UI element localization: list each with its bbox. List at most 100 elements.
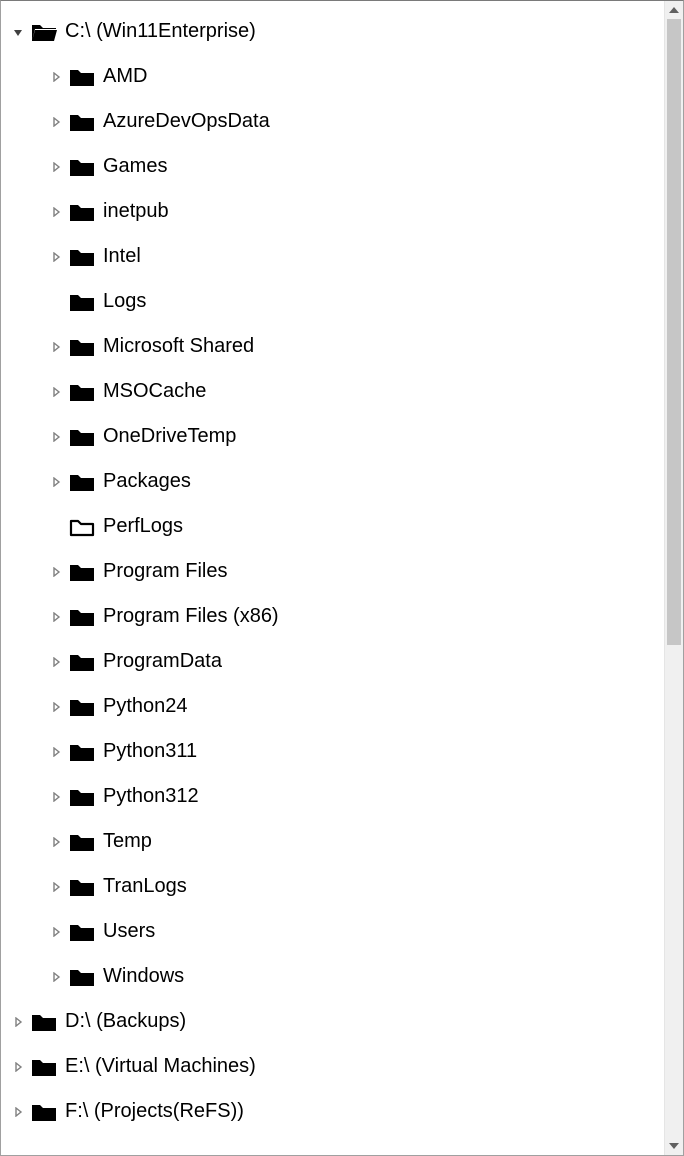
tree-item-label: Python311 [101,740,197,763]
tree-item-label: Python312 [101,785,199,808]
folder-icon [69,426,95,448]
tree-item-e-drive[interactable]: E:\ (Virtual Machines) [9,1044,664,1089]
expand-toggle-icon[interactable] [49,700,63,714]
folder-tree-panel: C:\ (Win11Enterprise) AMD [0,0,684,1156]
folder-icon [69,381,95,403]
folder-open-icon [31,21,57,43]
tree-item-label: ProgramData [101,650,222,673]
tree-item-logs[interactable]: Logs [47,279,664,324]
expand-toggle-icon[interactable] [11,1060,25,1074]
tree-item-label: Users [101,920,155,943]
expand-toggle-icon[interactable] [49,655,63,669]
tree-item-label: Program Files [101,560,227,583]
tree-item-packages[interactable]: Packages [47,459,664,504]
tree-item-label: C:\ (Win11Enterprise) [63,20,256,43]
tree-item-label: Packages [101,470,191,493]
scroll-up-icon[interactable] [665,1,683,19]
tree-item-python311[interactable]: Python311 [47,729,664,774]
tree-root: C:\ (Win11Enterprise) AMD [9,9,664,1134]
expand-toggle-icon[interactable] [49,475,63,489]
expand-toggle-icon[interactable] [49,430,63,444]
tree-item-amd[interactable]: AMD [47,54,664,99]
scroll-down-icon[interactable] [665,1137,683,1155]
expand-toggle-icon[interactable] [49,970,63,984]
tree-item-c-drive[interactable]: C:\ (Win11Enterprise) AMD [9,9,664,999]
folder-icon [69,696,95,718]
tree-item-label: Temp [101,830,152,853]
tree-item-label: PerfLogs [101,515,183,538]
folder-icon [31,1101,57,1123]
tree-item-msocache[interactable]: MSOCache [47,369,664,414]
tree-item-program-files-x86[interactable]: Program Files (x86) [47,594,664,639]
folder-icon [69,246,95,268]
tree-item-perflogs[interactable]: PerfLogs [47,504,664,549]
tree-item-intel[interactable]: Intel [47,234,664,279]
folder-icon [31,1056,57,1078]
tree-item-games[interactable]: Games [47,144,664,189]
expand-toggle-icon[interactable] [49,745,63,759]
folder-outline-icon [69,516,95,538]
folder-icon [69,291,95,313]
folder-icon [69,966,95,988]
tree-item-label: F:\ (Projects(ReFS)) [63,1100,244,1123]
scroll-track[interactable] [665,19,683,1137]
folder-icon [69,831,95,853]
tree-item-label: AMD [101,65,147,88]
tree-item-label: Logs [101,290,146,313]
tree-item-label: OneDriveTemp [101,425,236,448]
tree-item-tranlogs[interactable]: TranLogs [47,864,664,909]
folder-icon [69,201,95,223]
tree-item-label: Microsoft Shared [101,335,254,358]
tree-item-f-drive[interactable]: F:\ (Projects(ReFS)) [9,1089,664,1134]
folder-icon [69,741,95,763]
folder-icon [69,876,95,898]
expand-toggle-icon[interactable] [49,925,63,939]
expand-toggle-icon[interactable] [49,880,63,894]
folder-icon [69,921,95,943]
tree-item-label: AzureDevOpsData [101,110,270,133]
expand-toggle-icon[interactable] [49,70,63,84]
expand-toggle-icon[interactable] [49,610,63,624]
tree-item-label: D:\ (Backups) [63,1010,186,1033]
expand-toggle-icon[interactable] [11,1015,25,1029]
tree-item-python24[interactable]: Python24 [47,684,664,729]
tree-item-programdata[interactable]: ProgramData [47,639,664,684]
tree-item-temp[interactable]: Temp [47,819,664,864]
tree-item-windows[interactable]: Windows [47,954,664,999]
expand-toggle-icon[interactable] [49,205,63,219]
tree-item-label: Games [101,155,167,178]
folder-icon [69,336,95,358]
expand-toggle-icon[interactable] [49,160,63,174]
tree-item-label: inetpub [101,200,169,223]
expand-toggle-icon[interactable] [49,790,63,804]
tree-item-inetpub[interactable]: inetpub [47,189,664,234]
folder-icon [31,1011,57,1033]
tree-item-program-files[interactable]: Program Files [47,549,664,594]
tree-item-onedrivetemp[interactable]: OneDriveTemp [47,414,664,459]
folder-icon [69,111,95,133]
expand-toggle-icon[interactable] [11,25,25,39]
scroll-thumb[interactable] [667,19,681,645]
vertical-scrollbar[interactable] [664,1,683,1155]
folder-icon [69,66,95,88]
tree-item-label: Intel [101,245,141,268]
tree-item-python312[interactable]: Python312 [47,774,664,819]
tree-item-label: TranLogs [101,875,187,898]
expand-toggle-icon[interactable] [49,835,63,849]
tree-item-microsoft-shared[interactable]: Microsoft Shared [47,324,664,369]
expand-toggle-icon[interactable] [49,565,63,579]
tree-item-azuredevopsdata[interactable]: AzureDevOpsData [47,99,664,144]
expand-toggle-icon[interactable] [49,250,63,264]
folder-icon [69,156,95,178]
tree-item-label: Python24 [101,695,188,718]
expand-toggle-icon[interactable] [49,385,63,399]
expand-toggle-icon[interactable] [49,340,63,354]
folder-icon [69,471,95,493]
tree-item-users[interactable]: Users [47,909,664,954]
tree-item-label: Program Files (x86) [101,605,279,628]
expand-toggle-icon[interactable] [11,1105,25,1119]
folder-icon [69,651,95,673]
folder-icon [69,606,95,628]
expand-toggle-icon[interactable] [49,115,63,129]
tree-item-d-drive[interactable]: D:\ (Backups) [9,999,664,1044]
